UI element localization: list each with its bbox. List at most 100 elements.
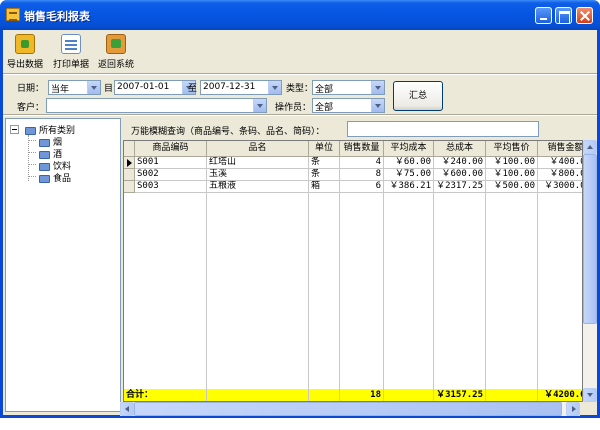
table-cell[interactable]: ￥500.00 xyxy=(486,181,538,193)
filter-divider xyxy=(3,114,597,116)
column-header[interactable]: 销售金额 xyxy=(538,141,582,157)
scroll-thumb[interactable] xyxy=(583,154,597,324)
table-cell[interactable]: 条 xyxy=(309,169,340,181)
table-cell[interactable]: ￥400.00 xyxy=(538,157,582,169)
table-cell[interactable]: ￥2317.25 xyxy=(434,181,486,193)
chevron-down-icon xyxy=(87,81,100,94)
export-label: 导出数据 xyxy=(6,60,43,70)
table-cell[interactable]: 6 xyxy=(340,181,384,193)
title-bar[interactable]: 销售毛利报表 xyxy=(0,0,600,30)
type-select[interactable]: 全部 xyxy=(312,80,385,95)
row-header-current[interactable] xyxy=(124,157,135,169)
table-cell[interactable]: ￥75.00 xyxy=(384,169,434,181)
collapse-icon[interactable] xyxy=(10,125,19,134)
customer-label: 客户： xyxy=(17,103,45,113)
table-cell[interactable]: ￥386.21 xyxy=(384,181,434,193)
date-from-picker[interactable]: 2007-01-01 xyxy=(114,80,196,95)
period-value: 当年 xyxy=(51,85,70,95)
summary-button[interactable]: 汇总 xyxy=(393,81,443,111)
row-header[interactable] xyxy=(124,169,135,181)
date-label: 日期： xyxy=(17,84,45,94)
table-cell[interactable]: ￥100.00 xyxy=(486,157,538,169)
period-select[interactable]: 当年 xyxy=(48,80,101,95)
tree-line xyxy=(28,135,29,181)
operator-value: 全部 xyxy=(315,103,334,113)
close-button[interactable] xyxy=(576,7,593,24)
scroll-thumb[interactable] xyxy=(134,402,562,416)
totals-total-cost: ￥3157.25 xyxy=(434,389,486,401)
date-from-value: 2007-01-01 xyxy=(117,82,170,92)
report-grid[interactable]: 商品编码 品名 单位 销售数量 平均成本 总成本 平均售价 销售金额 S001 … xyxy=(123,140,583,402)
table-cell[interactable]: ￥600.00 xyxy=(434,169,486,181)
table-cell[interactable]: S002 xyxy=(135,169,207,181)
customer-select[interactable] xyxy=(46,98,267,113)
column-header[interactable]: 销售数量 xyxy=(340,141,384,157)
table-cell[interactable]: 玉溪 xyxy=(207,169,309,181)
date-to-picker[interactable]: 2007-12-31 xyxy=(200,80,282,95)
table-cell[interactable]: 五粮液 xyxy=(207,181,309,193)
column-header[interactable]: 平均成本 xyxy=(384,141,434,157)
table-cell[interactable]: ￥60.00 xyxy=(384,157,434,169)
scroll-right-icon[interactable] xyxy=(566,402,580,416)
tree-node[interactable]: 食品 xyxy=(39,171,71,184)
table-cell[interactable]: ￥800.00 xyxy=(538,169,582,181)
date-to-value: 2007-12-31 xyxy=(203,82,256,92)
app-window: 销售毛利报表 导出数据 打印单据 返回系统 日期： 当年 目 2007-01-0… xyxy=(0,0,600,418)
table-cell[interactable]: ￥100.00 xyxy=(486,169,538,181)
table-cell[interactable]: 8 xyxy=(340,169,384,181)
print-label: 打印单据 xyxy=(52,60,89,70)
folder-icon xyxy=(39,162,50,171)
tree-node[interactable]: 烟 xyxy=(39,135,62,148)
tree-root[interactable]: 所有类别 xyxy=(25,123,75,136)
totals-sales: ￥4200.00 xyxy=(538,389,582,401)
chevron-down-icon xyxy=(371,99,384,112)
minimize-button[interactable] xyxy=(535,7,552,24)
horizontal-scrollbar[interactable] xyxy=(120,402,580,416)
scroll-up-icon[interactable] xyxy=(583,140,597,154)
search-label: 万能模糊查询（商品编号、条码、品名、简码）： xyxy=(131,127,325,137)
folder-icon xyxy=(39,174,50,183)
grid-corner xyxy=(124,141,135,157)
maximize-button[interactable] xyxy=(555,7,572,24)
table-cell[interactable]: S003 xyxy=(135,181,207,193)
chevron-down-icon xyxy=(268,81,281,94)
tree-node[interactable]: 饮料 xyxy=(39,159,71,172)
chevron-down-icon xyxy=(253,99,266,112)
totals-qty: 18 xyxy=(340,389,384,401)
return-system-button[interactable]: 返回系统 xyxy=(93,34,139,72)
tree-node[interactable]: 酒 xyxy=(39,147,62,160)
type-value: 全部 xyxy=(315,85,334,95)
print-button[interactable]: 打印单据 xyxy=(49,34,93,72)
operator-label: 操作员： xyxy=(275,103,312,113)
column-header[interactable]: 平均售价 xyxy=(486,141,538,157)
table-cell[interactable]: 红塔山 xyxy=(207,157,309,169)
table-cell[interactable]: 4 xyxy=(340,157,384,169)
chevron-down-icon xyxy=(371,81,384,94)
client-area: 导出数据 打印单据 返回系统 日期： 当年 目 2007-01-01 至 200… xyxy=(3,30,597,416)
operator-select[interactable]: 全部 xyxy=(312,98,385,113)
table-cell[interactable]: 条 xyxy=(309,157,340,169)
column-header[interactable]: 品名 xyxy=(207,141,309,157)
export-data-button[interactable]: 导出数据 xyxy=(5,34,45,72)
column-header[interactable]: 总成本 xyxy=(434,141,486,157)
table-cell[interactable]: ￥3000.00 xyxy=(538,181,582,193)
column-header[interactable]: 单位 xyxy=(309,141,340,157)
return-icon xyxy=(106,34,126,54)
toolbar-divider xyxy=(3,73,597,75)
column-header[interactable]: 商品编码 xyxy=(135,141,207,157)
totals-cell xyxy=(309,389,340,401)
row-header[interactable] xyxy=(124,181,135,193)
vertical-scrollbar[interactable] xyxy=(583,140,597,430)
folder-icon xyxy=(39,138,50,147)
tree-line xyxy=(28,176,36,177)
scroll-down-icon[interactable] xyxy=(583,388,597,402)
scroll-left-icon[interactable] xyxy=(120,402,134,416)
table-cell[interactable]: 箱 xyxy=(309,181,340,193)
table-cell[interactable]: S001 xyxy=(135,157,207,169)
table-cell[interactable]: ￥240.00 xyxy=(434,157,486,169)
totals-cell xyxy=(486,389,538,401)
tree-line xyxy=(28,152,36,153)
from-label: 目 xyxy=(104,84,114,94)
search-input[interactable] xyxy=(347,121,539,137)
category-tree[interactable]: 所有类别 烟 酒 饮料 食品 xyxy=(5,118,121,412)
